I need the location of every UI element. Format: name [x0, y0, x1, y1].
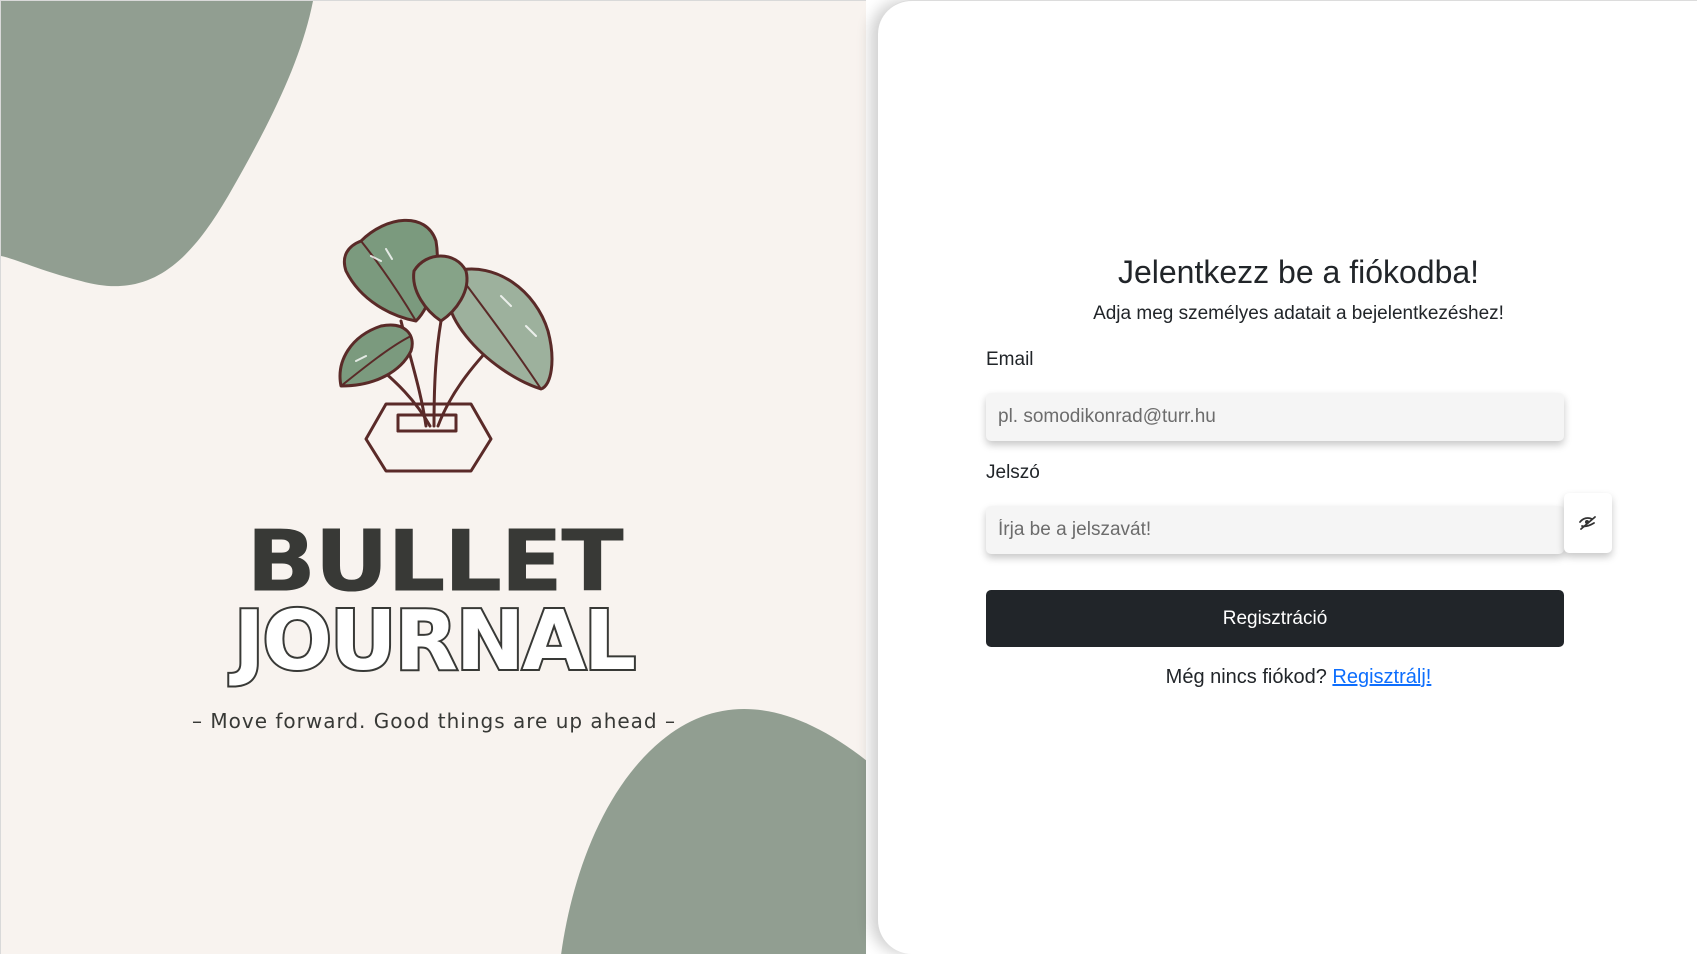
register-prompt-text: Még nincs fiókod? — [1165, 666, 1327, 688]
email-label: Email — [986, 349, 1034, 370]
login-page: BULLET JOURNAL – Move forward. Good thin… — [0, 0, 1697, 954]
branding-panel: BULLET JOURNAL – Move forward. Good thin… — [0, 0, 866, 954]
form-title: Jelentkezz be a fiókodba! — [1117, 254, 1480, 290]
login-card: Jelentkezz be a fiókodba! Adja meg szemé… — [878, 0, 1697, 954]
password-field[interactable] — [986, 506, 1564, 554]
password-label: Jelszó — [986, 462, 1040, 483]
monstera-plant-illustration — [338, 218, 554, 473]
register-button[interactable]: Regisztráció — [986, 590, 1564, 647]
form-subtitle: Adja meg személyes adatait a bejelentkez… — [1093, 303, 1504, 324]
register-link[interactable]: Regisztrálj! — [1332, 666, 1431, 688]
brand-title: BULLET — [246, 512, 624, 611]
decorative-blob-bottom — [561, 708, 866, 954]
register-prompt-row: Még nincs fiókod? Regisztrálj! — [986, 666, 1611, 689]
eye-slash-icon — [1579, 516, 1596, 530]
decorative-blob-top — [1, 1, 313, 287]
email-field[interactable] — [986, 393, 1564, 441]
brand-subtitle: JOURNAL — [232, 594, 638, 689]
password-visibility-toggle[interactable] — [1564, 493, 1612, 553]
brand-tagline: – Move forward. Good things are up ahead… — [192, 709, 676, 733]
